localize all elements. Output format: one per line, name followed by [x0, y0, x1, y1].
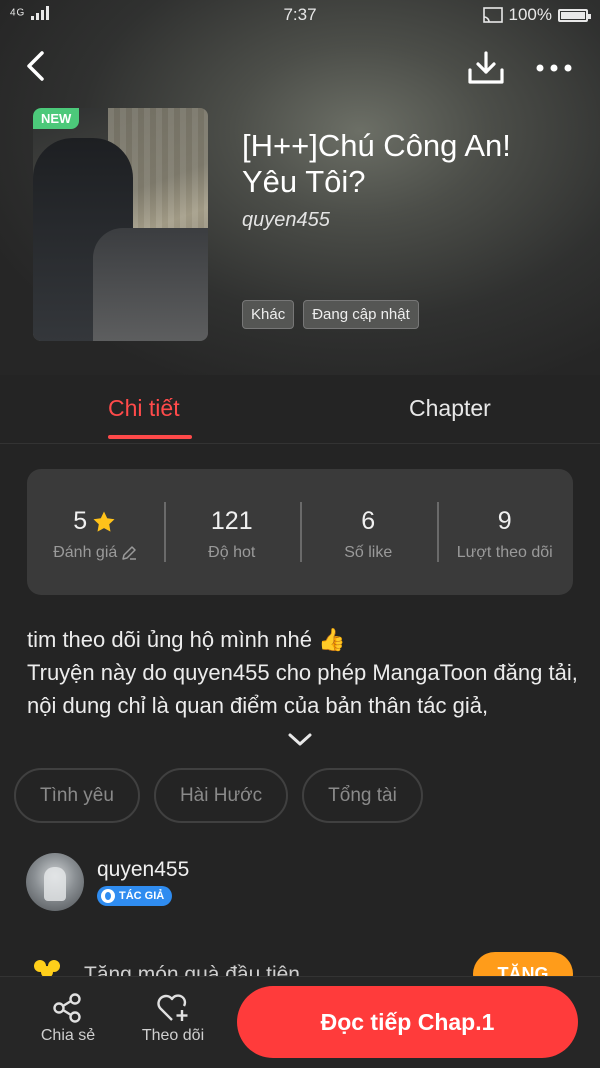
download-icon[interactable] — [467, 50, 505, 86]
star-icon — [93, 511, 115, 532]
book-title: [H++]Chú Công An! Yêu Tôi? — [242, 128, 511, 199]
stat-rating-label: Đánh giá — [53, 544, 118, 561]
tab-chapter[interactable]: Chapter — [409, 395, 491, 422]
cast-icon — [482, 7, 503, 23]
continue-reading-button[interactable]: Đọc tiếp Chap.1 — [237, 986, 578, 1058]
cover-art-figure — [93, 228, 208, 341]
tab-details[interactable]: Chi tiết — [108, 395, 180, 422]
book-tags: Khác Đang cập nhật — [242, 300, 419, 329]
stats-panel: 5 Đánh giá 121 Độ hot 6 Số like 9 Lượt t… — [27, 469, 573, 595]
tab-bar: Chi tiết Chapter — [0, 375, 600, 444]
stat-followers-value: 9 — [497, 507, 512, 535]
book-author[interactable]: quyen455 — [242, 209, 330, 232]
follow-label: Theo dõi — [141, 1027, 205, 1044]
stat-likes-label: Số like — [344, 544, 393, 561]
share-button[interactable]: Chia sẻ — [38, 993, 98, 1045]
genre-chip[interactable]: Tổng tài — [302, 768, 423, 823]
edit-pencil-icon[interactable] — [121, 545, 137, 561]
status-bar: 4G 7:37 100% — [0, 0, 600, 30]
stat-rating-value: 5 — [73, 507, 88, 535]
expand-chevron-icon[interactable] — [286, 730, 314, 748]
genre-chip[interactable]: Hài Hước — [153, 768, 289, 823]
stat-likes-value: 6 — [361, 507, 376, 535]
stat-rating[interactable]: 5 Đánh giá — [27, 469, 164, 595]
genre-list: Tình yêu Hài Hước Tổng tài — [14, 768, 423, 823]
stat-followers: 9 Lượt theo dõi — [436, 469, 574, 595]
description-line: Truyện này do quyen455 cho phép MangaToo… — [27, 660, 578, 718]
stat-hot: 121 Độ hot — [163, 469, 301, 595]
follow-button[interactable]: Theo dõi — [140, 993, 206, 1045]
author-badge-icon — [101, 889, 115, 903]
stat-hot-label: Độ hot — [208, 544, 256, 561]
genre-chip[interactable]: Tình yêu — [14, 768, 140, 823]
share-icon — [53, 993, 81, 1023]
author-avatar[interactable] — [26, 853, 84, 911]
more-dots-icon[interactable] — [536, 63, 572, 73]
new-badge: NEW — [33, 108, 80, 129]
share-label: Chia sẻ — [40, 1027, 96, 1044]
back-icon[interactable] — [24, 50, 50, 82]
bottom-action-bar: Chia sẻ Theo dõi Đọc tiếp Chap.1 — [0, 976, 600, 1068]
status-right: 100% — [482, 5, 591, 25]
heart-plus-icon — [157, 994, 188, 1021]
stat-followers-label: Lượt theo dõi — [456, 544, 553, 561]
tag-status[interactable]: Đang cập nhật — [303, 300, 419, 329]
battery-percent: 100% — [508, 5, 552, 24]
author-badge-label: TÁC GIẢ — [119, 890, 165, 902]
description: tim theo dõi ủng hộ mình nhé 👍 Truyện nà… — [27, 623, 582, 722]
description-line: tim theo dõi ủng hộ mình nhé 👍 — [27, 627, 346, 652]
tag-category[interactable]: Khác — [242, 300, 295, 329]
active-tab-indicator — [108, 435, 192, 439]
stat-likes: 6 Số like — [300, 469, 437, 595]
stat-hot-value: 121 — [210, 507, 253, 535]
battery-icon — [558, 8, 591, 22]
author-name[interactable]: quyen455 — [97, 858, 189, 882]
cover-image: NEW — [33, 108, 208, 341]
author-role-badge: TÁC GIẢ — [97, 886, 173, 906]
